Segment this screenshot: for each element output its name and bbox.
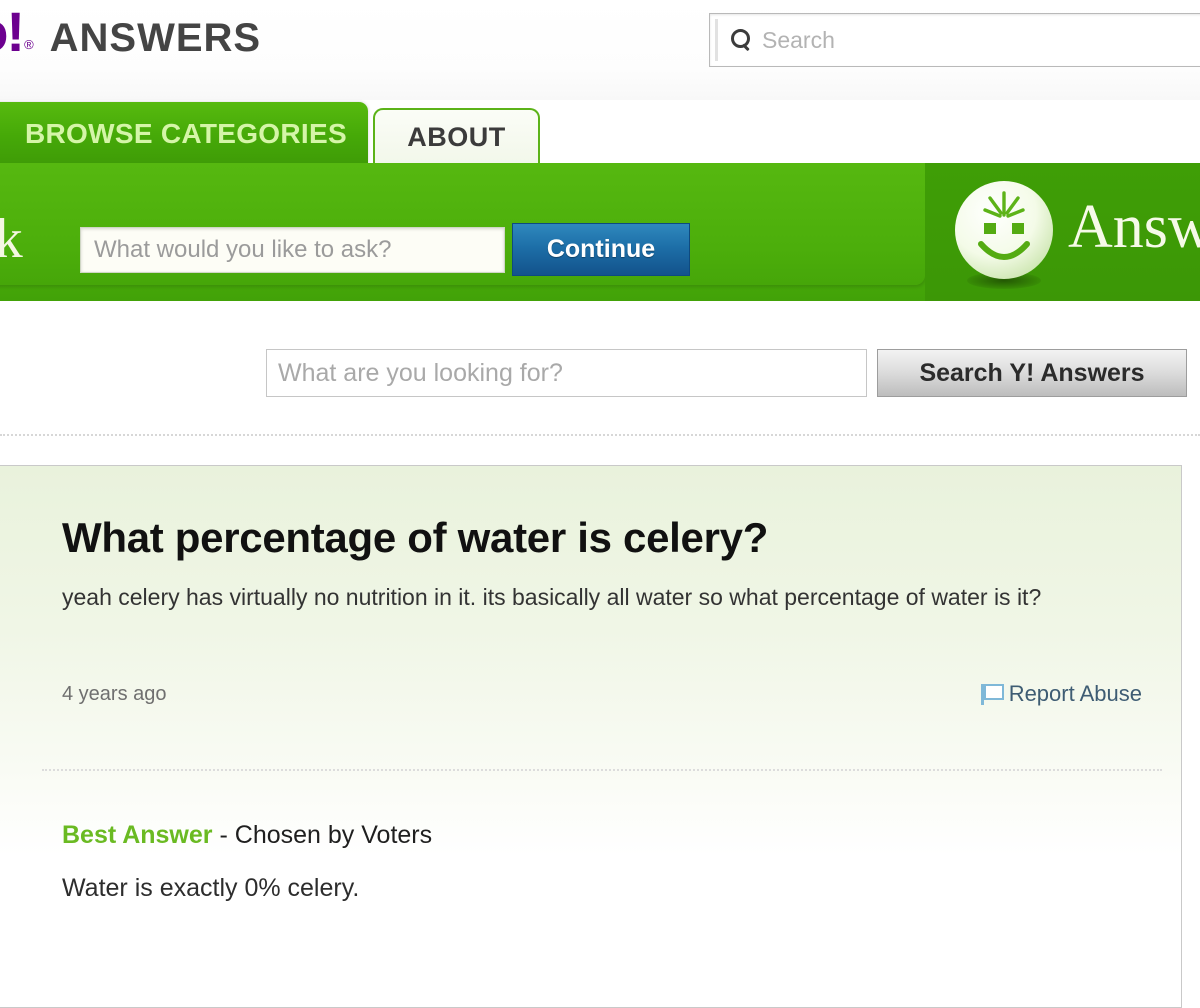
- best-answer-text: Water is exactly 0% celery.: [62, 874, 360, 902]
- page-root: oo! ® ANSWERS Search BROWSE CATEGORIES A…: [0, 0, 1200, 1008]
- tab-about[interactable]: ABOUT: [373, 108, 540, 164]
- site-search-input[interactable]: What are you looking for?: [266, 349, 867, 397]
- flag-icon: [980, 683, 1004, 705]
- yahoo-wordmark: oo!: [0, 0, 25, 63]
- site-search-button-label: Search Y! Answers: [919, 358, 1145, 387]
- question-answer-divider: [42, 769, 1162, 771]
- registered-trademark-icon: ®: [24, 37, 34, 52]
- tab-about-label: ABOUT: [407, 122, 506, 152]
- answers-mascot-wordmark: Answ: [1068, 193, 1200, 261]
- primary-tabs: BROWSE CATEGORIES ABOUT: [0, 100, 1200, 164]
- answers-wordmark: ANSWERS: [49, 16, 262, 60]
- question-title: What percentage of water is celery?: [62, 514, 769, 561]
- top-divider: [0, 434, 1200, 436]
- global-search-inner: Search: [715, 19, 1200, 61]
- site-logo[interactable]: oo! ® ANSWERS: [0, 4, 261, 60]
- best-answer-chosen-by: - Chosen by Voters: [219, 821, 433, 849]
- best-answer-header: Best Answer - Chosen by Voters: [62, 821, 432, 850]
- report-abuse-link[interactable]: Report Abuse: [980, 681, 1142, 707]
- question-timestamp: 4 years ago: [62, 682, 167, 705]
- site-search-placeholder: What are you looking for?: [278, 358, 563, 387]
- ask-question-input[interactable]: What would you like to ask?: [80, 227, 505, 273]
- global-search-box[interactable]: Search: [709, 13, 1200, 67]
- question-body: yeah celery has virtually no nutrition i…: [62, 584, 1042, 610]
- site-search-button[interactable]: Search Y! Answers: [877, 349, 1187, 397]
- question-meta: 4 years ago Report Abuse: [62, 681, 1142, 707]
- masthead: oo! ® ANSWERS Search: [0, 0, 1200, 100]
- tab-browse-categories-label: BROWSE CATEGORIES: [25, 118, 347, 149]
- continue-button[interactable]: Continue: [512, 223, 690, 276]
- best-answer-badge: Best Answer: [62, 821, 213, 849]
- tab-browse-categories[interactable]: BROWSE CATEGORIES: [0, 102, 368, 164]
- ask-question-placeholder: What would you like to ask?: [94, 236, 392, 263]
- search-icon: [730, 29, 752, 51]
- continue-button-label: Continue: [546, 235, 656, 263]
- ask-heading: sk: [0, 208, 24, 270]
- question-panel: What percentage of water is celery? yeah…: [0, 465, 1182, 1008]
- global-search-input[interactable]: Search: [762, 27, 835, 54]
- smiley-mascot-icon: [952, 178, 1056, 282]
- report-abuse-label: Report Abuse: [1008, 681, 1142, 706]
